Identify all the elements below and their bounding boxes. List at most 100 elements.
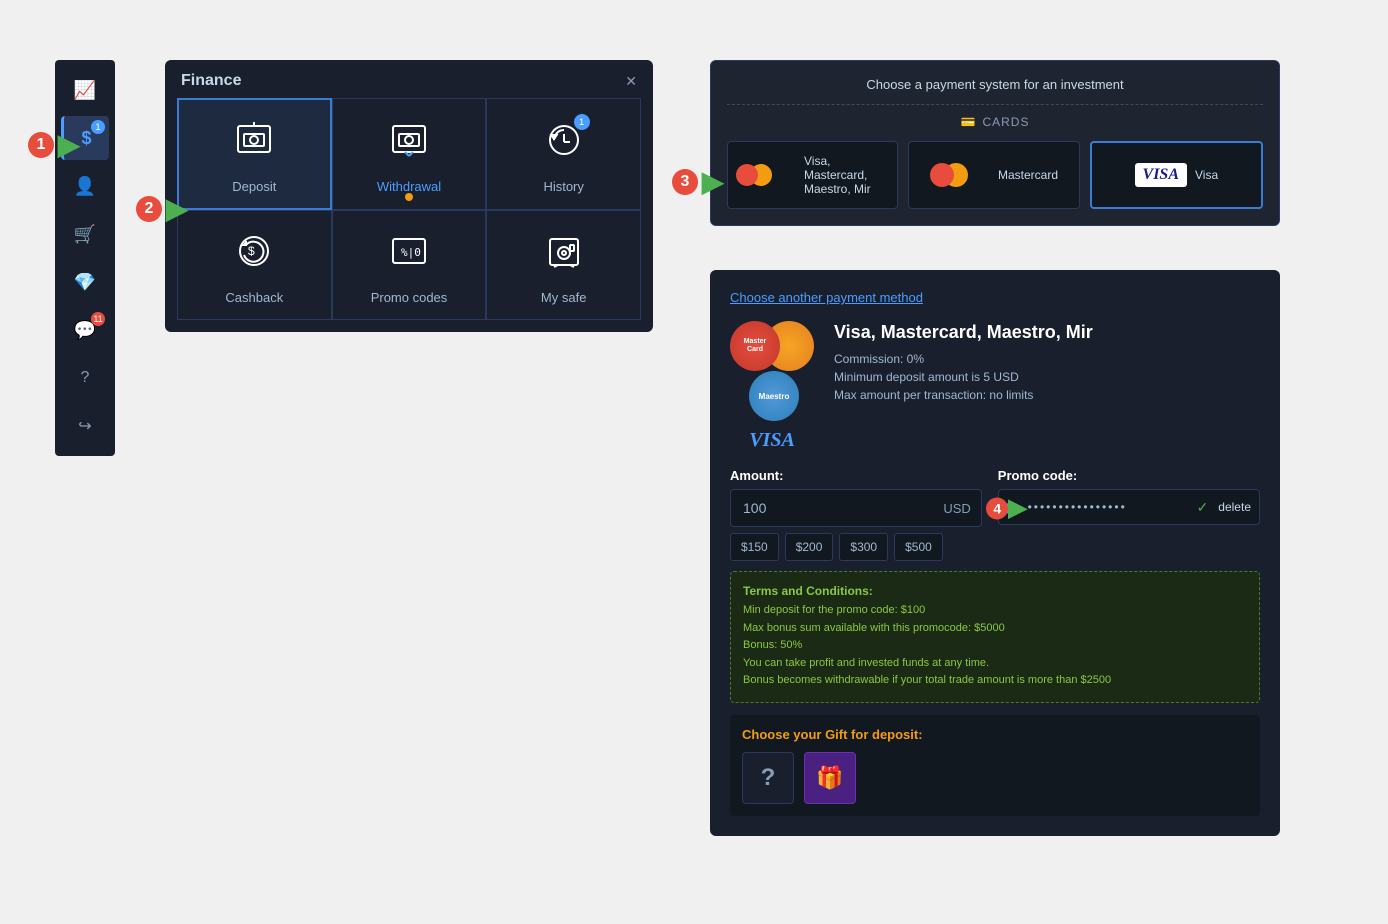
sidebar-item-help[interactable]: ? (61, 356, 109, 400)
finance-modal: Finance ✕ Deposit (165, 60, 653, 332)
finance-modal-title: Finance (181, 72, 241, 90)
mystery-icon: ? (761, 764, 776, 792)
gift-box-item[interactable]: 🎁 (804, 752, 856, 804)
logout-icon: ↪ (78, 416, 91, 436)
quick-500[interactable]: $500 (894, 533, 943, 561)
amount-currency: USD (943, 501, 980, 516)
deposit-icon (234, 120, 274, 169)
history-badge: 1 (574, 114, 590, 130)
withdrawal-label: Withdrawal (377, 179, 441, 194)
gift-mystery[interactable]: ? (742, 752, 794, 804)
cart-icon: 🛒 (74, 224, 96, 245)
terms-text: Min deposit for the promo code: $100 Max… (743, 602, 1247, 690)
finance-item-withdrawal[interactable]: Withdrawal (332, 98, 487, 210)
payment-panel-title: Choose a payment system for an investmen… (727, 77, 1263, 92)
deposit-form: Choose another payment method MasterCard… (710, 270, 1280, 836)
sidebar-item-cart[interactable]: 🛒 (61, 212, 109, 256)
finance-badge: 1 (91, 120, 105, 134)
finance-item-cashback[interactable]: $ Cashback (177, 210, 332, 320)
step-1-arrow: 1 ▶ (28, 128, 80, 161)
step-3-arrow: 3 ▶ (672, 165, 724, 198)
finance-item-safe[interactable]: My safe (486, 210, 641, 320)
finance-modal-header: Finance ✕ (165, 60, 653, 98)
safe-label: My safe (541, 290, 587, 305)
deposit-info: Visa, Mastercard, Maestro, Mir Commissio… (834, 321, 1260, 452)
deposit-content: MasterCard Maestro VISA Visa, Mastercard… (730, 321, 1260, 452)
promo-input-wrapper: ▶ ✓ delete (998, 489, 1260, 525)
sidebar-item-vip[interactable]: 💎 (61, 260, 109, 304)
step-2-label: 2 (136, 196, 162, 222)
gift-options: ? 🎁 (742, 752, 1248, 804)
finance-item-deposit[interactable]: Deposit (177, 98, 332, 210)
terms-line-5: Bonus becomes withdrawable if your total… (743, 672, 1247, 690)
sidebar: 📈 $ 1 👤 🛒 💎 💬 11 ? ↪ (55, 60, 115, 456)
promo-section: Promo code: ▶ ✓ delete (998, 468, 1260, 561)
deposit-label: Deposit (232, 179, 276, 194)
chart-icon: 📈 (74, 80, 96, 101)
diamond-icon: 💎 (74, 272, 96, 293)
promo-label: Promo codes (371, 290, 448, 305)
deposit-logos: MasterCard Maestro VISA (730, 321, 814, 452)
step-1-icon: ▶ (58, 128, 80, 161)
svg-text:%|0: %|0 (401, 246, 421, 259)
finance-grid: Deposit Withdrawal (165, 98, 653, 332)
step-3-label: 3 (672, 169, 698, 195)
amount-section: Amount: USD 4 ▶ $150 $200 $300 $500 (730, 468, 982, 561)
promo-input[interactable] (1024, 490, 1187, 524)
promo-label: Promo code: (998, 468, 1260, 483)
gift-section: Choose your Gift for deposit: ? 🎁 (730, 715, 1260, 816)
svg-text:$: $ (248, 244, 255, 258)
finance-modal-close-button[interactable]: ✕ (625, 73, 637, 90)
deposit-commission: Commission: 0% (834, 352, 1260, 366)
terms-box: Terms and Conditions: Min deposit for th… (730, 571, 1260, 703)
payment-option-mastercard[interactable]: Mastercard (908, 141, 1079, 209)
step-4-label: 4 (986, 497, 1008, 519)
quick-200[interactable]: $200 (785, 533, 834, 561)
safe-icon (544, 231, 584, 280)
terms-line-4: You can take profit and invested funds a… (743, 655, 1247, 673)
promo-icon: %|0 (389, 231, 429, 280)
finance-item-promo[interactable]: %|0 Promo codes (332, 210, 487, 320)
step-3-icon: ▶ (702, 165, 724, 198)
gift-box-icon: 🎁 (816, 765, 843, 791)
deposit-max: Max amount per transaction: no limits (834, 388, 1260, 402)
payment-option-visa[interactable]: VISA Visa (1090, 141, 1263, 209)
quick-amounts: $150 $200 $300 $500 (730, 533, 982, 561)
amount-input-wrapper: USD 4 ▶ (730, 489, 982, 527)
quick-300[interactable]: $300 (839, 533, 888, 561)
payment-panel: Choose a payment system for an investmen… (710, 60, 1280, 226)
user-icon: 👤 (74, 176, 96, 197)
payment-option-visa-mc[interactable]: Visa, Mastercard, Maestro, Mir (727, 141, 898, 209)
cashback-icon: $ (234, 231, 274, 280)
sidebar-item-chat[interactable]: 💬 11 (61, 308, 109, 352)
step-4-arrow: 4 ▶ (986, 494, 1026, 523)
step-1-label: 1 (28, 132, 54, 158)
step-2-arrow: 2 ▶ (136, 192, 188, 225)
amount-input[interactable] (731, 490, 943, 526)
promo-delete-button[interactable]: delete (1218, 500, 1259, 514)
payment-divider (727, 104, 1263, 105)
chat-badge: 11 (91, 312, 105, 326)
history-icon: 1 (544, 120, 584, 169)
finance-item-history[interactable]: 1 History (486, 98, 641, 210)
promo-check-icon: ✓ (1193, 499, 1213, 516)
help-icon: ? (81, 369, 90, 387)
step-4-icon: ▶ (1008, 494, 1026, 523)
payment-option-visa-label: Visa (1195, 168, 1218, 182)
step-2-icon: ▶ (166, 192, 188, 225)
sidebar-item-logout[interactable]: ↪ (61, 404, 109, 448)
choose-another-link[interactable]: Choose another payment method (730, 290, 1260, 305)
payment-option-visa-mc-label: Visa, Mastercard, Maestro, Mir (804, 154, 889, 196)
visa-logo-container: VISA (1135, 163, 1187, 187)
sidebar-item-chart[interactable]: 📈 (61, 68, 109, 112)
terms-line-2: Max bonus sum available with this promoc… (743, 620, 1247, 638)
quick-150[interactable]: $150 (730, 533, 779, 561)
terms-line-1: Min deposit for the promo code: $100 (743, 602, 1247, 620)
sidebar-item-user[interactable]: 👤 (61, 164, 109, 208)
visa-text: VISA (749, 429, 795, 452)
gift-title: Choose your Gift for deposit: (742, 727, 1248, 742)
amount-label: Amount: (730, 468, 982, 483)
terms-line-3: Bonus: 50% (743, 637, 1247, 655)
credit-card-icon: 💳 (961, 115, 977, 129)
cashback-label: Cashback (225, 290, 283, 305)
